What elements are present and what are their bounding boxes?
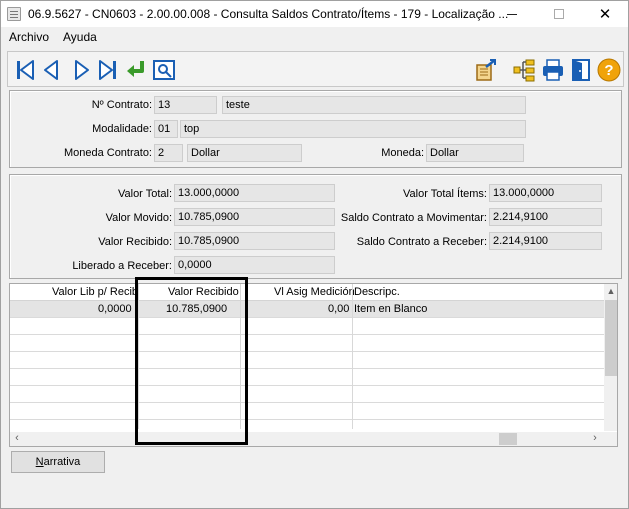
first-record-button[interactable]	[13, 58, 37, 82]
valor-total-field[interactable]: 13.000,0000	[174, 184, 335, 202]
valor-movido-field[interactable]: 10.785,0900	[174, 208, 335, 226]
modality-label: Modalidade:	[92, 123, 152, 135]
first-record-icon	[17, 60, 34, 80]
help-button[interactable]: ?	[597, 58, 621, 82]
contract-currency-label: Moneda Contrato:	[63, 147, 152, 159]
valor-movido-label: Valor Movido:	[105, 212, 172, 224]
status-area	[1, 483, 628, 508]
last-record-button[interactable]	[96, 58, 120, 82]
last-record-icon	[99, 60, 116, 80]
scroll-up-icon[interactable]: ▲	[604, 284, 617, 298]
exit-button[interactable]	[569, 58, 593, 82]
horizontal-scrollbar[interactable]: ‹ ›	[10, 432, 604, 446]
contract-description-field[interactable]: teste	[222, 96, 526, 114]
hierarchy-button[interactable]	[512, 58, 536, 82]
grid-header: Valor Lib p/ Recib Valor Recibido Vl Asi…	[10, 284, 606, 301]
currency-field[interactable]: Dollar	[426, 144, 524, 162]
close-button[interactable]: ✕	[582, 1, 628, 27]
scroll-left-icon[interactable]: ‹	[10, 432, 24, 446]
scrollbar-corner	[604, 432, 617, 446]
cell-valor-lib: 0,0000	[98, 303, 132, 315]
column-divider	[138, 284, 139, 429]
saldo-movimentar-field[interactable]: 2.214,9100	[489, 208, 602, 226]
maximize-icon	[554, 9, 564, 19]
search-icon	[153, 60, 175, 80]
menu-archivo[interactable]: Archivo	[9, 30, 49, 44]
table-row-empty[interactable]	[10, 335, 606, 352]
table-row[interactable]: 0,0000 10.785,0900 0,00 Item en Blanco	[10, 301, 606, 318]
table-row-empty[interactable]	[10, 403, 606, 420]
main-window: 06.9.5627 - CN0603 - 2.00.00.008 - Consu…	[0, 0, 629, 509]
vertical-scroll-thumb[interactable]	[605, 300, 617, 376]
liberado-field[interactable]: 0,0000	[174, 256, 335, 274]
narrativa-button[interactable]: Narrativa	[11, 451, 105, 473]
window-title: 06.9.5627 - CN0603 - 2.00.00.008 - Consu…	[28, 7, 509, 21]
minimize-icon	[507, 14, 517, 15]
toolbar: ?	[7, 51, 624, 87]
next-record-icon	[75, 60, 89, 80]
export-button[interactable]	[474, 58, 498, 82]
valor-recibido-label: Valor Recibido:	[98, 236, 172, 248]
narrativa-label: arrativa	[43, 456, 81, 468]
export-icon	[476, 59, 496, 81]
table-row-empty[interactable]	[10, 318, 606, 335]
exit-icon	[572, 59, 590, 81]
hierarchy-icon	[513, 59, 535, 82]
values-panel: Valor Total: 13.000,0000 Valor Movido: 1…	[9, 174, 622, 279]
title-bar: 06.9.5627 - CN0603 - 2.00.00.008 - Consu…	[1, 1, 628, 27]
column-header-valor-lib[interactable]: Valor Lib p/ Recib	[52, 286, 138, 298]
liberado-label: Liberado a Receber:	[72, 260, 172, 272]
contract-currency-description-field[interactable]: Dollar	[187, 144, 302, 162]
contract-number-field[interactable]: 13	[154, 96, 217, 114]
previous-record-button[interactable]	[40, 58, 64, 82]
help-icon: ?	[597, 58, 621, 82]
narrativa-mnemonic: N	[35, 456, 44, 468]
items-grid[interactable]: Valor Lib p/ Recib Valor Recibido Vl Asi…	[9, 283, 618, 447]
cell-vl-asig: 0,00	[328, 303, 350, 315]
valor-total-items-field[interactable]: 13.000,0000	[489, 184, 602, 202]
scroll-right-icon[interactable]: ›	[588, 432, 602, 446]
next-record-button[interactable]	[69, 58, 93, 82]
menu-ayuda[interactable]: Ayuda	[63, 30, 97, 44]
maximize-button[interactable]	[536, 1, 582, 27]
previous-record-icon	[44, 60, 58, 80]
saldo-receber-label: Saldo Contrato a Receber:	[356, 236, 487, 248]
contract-number-label: Nº Contrato:	[91, 99, 152, 111]
search-button[interactable]	[152, 58, 176, 82]
column-header-descripc[interactable]: Descripc.	[354, 286, 400, 298]
modality-description-field[interactable]: top	[180, 120, 526, 138]
contract-currency-code-field[interactable]: 2	[154, 144, 183, 162]
table-row-empty[interactable]	[10, 386, 606, 403]
table-row-empty[interactable]	[10, 369, 606, 386]
print-button[interactable]	[541, 58, 565, 82]
contract-header-panel: Nº Contrato: 13 teste Modalidade: 01 top…	[9, 90, 622, 168]
modality-code-field[interactable]: 01	[154, 120, 178, 138]
column-divider	[352, 284, 353, 429]
cell-valor-recibido: 10.785,0900	[166, 303, 228, 315]
saldo-receber-field[interactable]: 2.214,9100	[489, 232, 602, 250]
column-header-valor-recibido[interactable]: Valor Recibido	[168, 286, 239, 298]
table-row-empty[interactable]	[10, 352, 606, 369]
horizontal-scroll-thumb[interactable]	[499, 433, 517, 445]
vertical-scrollbar[interactable]: ▲	[604, 284, 617, 431]
valor-total-label: Valor Total:	[117, 188, 172, 200]
saldo-movimentar-label: Saldo Contrato a Movimentar:	[340, 212, 487, 224]
close-icon: ✕	[598, 5, 612, 23]
valor-recibido-field[interactable]: 10.785,0900	[174, 232, 335, 250]
currency-label: Moneda:	[381, 147, 424, 159]
column-divider	[240, 284, 241, 429]
app-icon	[7, 7, 21, 21]
menu-bar: Archivo Ayuda	[1, 27, 628, 47]
cell-descripc: Item en Blanco	[354, 303, 428, 315]
svg-text:?: ?	[604, 62, 613, 79]
minimize-button[interactable]	[489, 1, 535, 27]
valor-total-items-label: Valor Total Ítems:	[403, 188, 487, 200]
column-header-vl-asig[interactable]: Vl Asig Medición	[274, 286, 355, 298]
goto-button[interactable]	[124, 58, 148, 82]
goto-icon	[127, 61, 144, 77]
print-icon	[543, 59, 563, 81]
